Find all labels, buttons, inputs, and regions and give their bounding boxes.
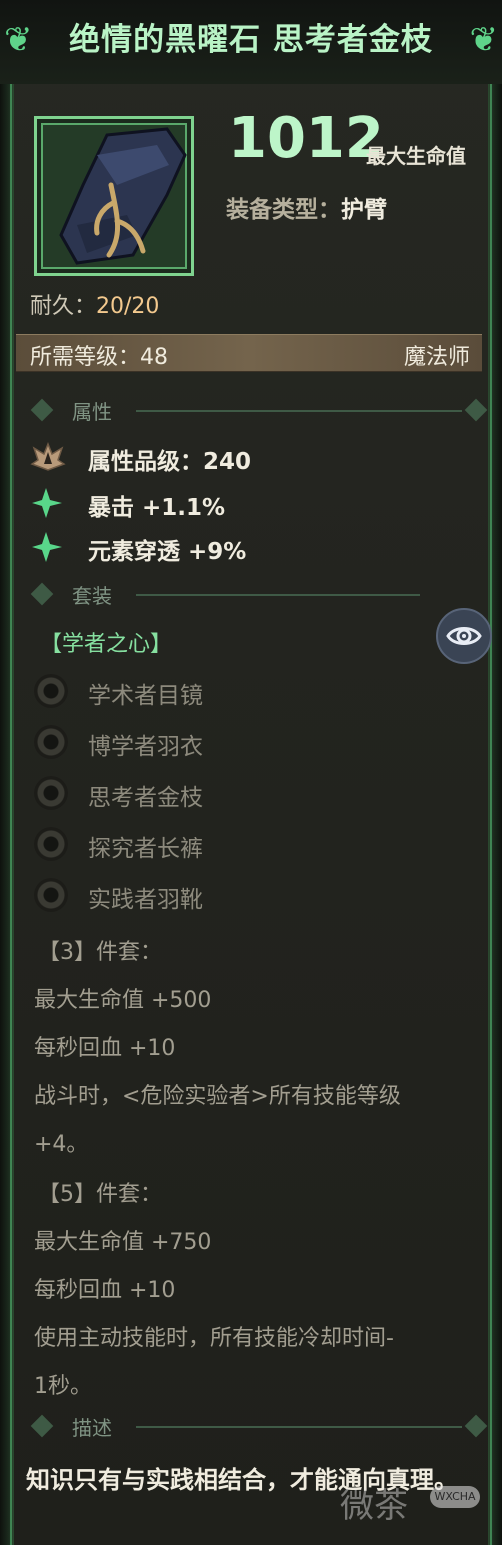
set-bonus-line: 每秒回血 +10 bbox=[34, 1278, 176, 1303]
eye-icon bbox=[446, 627, 482, 645]
attribute-text: 元素穿透 +9% bbox=[88, 539, 247, 565]
attribute-text: 属性品级：240 bbox=[88, 449, 252, 475]
watermark-badge: WXCHA bbox=[430, 1486, 480, 1508]
divider bbox=[136, 410, 462, 412]
diamond-icon bbox=[464, 398, 488, 422]
empty-slot-icon bbox=[34, 776, 68, 810]
empty-slot-icon bbox=[34, 725, 68, 759]
section-title: 属性 bbox=[72, 400, 112, 424]
set-bonus-3-head: 【3】件套： bbox=[38, 940, 162, 965]
set-piece-name: 思考者金枝 bbox=[88, 785, 203, 811]
set-bonus-line: 战斗时，<危险实验者>所有技能等级 bbox=[34, 1084, 401, 1109]
item-portrait bbox=[34, 116, 194, 276]
set-piece-name: 博学者羽衣 bbox=[88, 734, 203, 760]
divider bbox=[136, 1426, 462, 1428]
green-sparkle-icon bbox=[32, 488, 62, 518]
empty-slot-icon bbox=[34, 878, 68, 912]
set-bonus-line: 每秒回血 +10 bbox=[34, 1036, 176, 1061]
item-description: 知识只有与实践相结合，才能通向真理。 bbox=[26, 1466, 458, 1494]
empty-slot-icon bbox=[34, 674, 68, 708]
set-piece-name: 实践者羽靴 bbox=[88, 887, 203, 913]
right-vine-frame bbox=[488, 0, 502, 1545]
item-title: 绝情的黑曜石 思考者金枝 bbox=[69, 22, 433, 58]
left-vine-frame bbox=[0, 0, 14, 1545]
divider bbox=[136, 594, 420, 596]
diamond-icon bbox=[30, 1414, 54, 1438]
dark-bracer-with-golden-branch-icon bbox=[59, 127, 187, 265]
durability-label: 耐久： bbox=[30, 294, 97, 319]
set-bonus-line: 最大生命值 +500 bbox=[34, 988, 212, 1013]
main-stat-label: 最大生命值 bbox=[366, 144, 466, 168]
section-title: 套装 bbox=[72, 584, 112, 608]
set-bonus-line: 使用主动技能时，所有技能冷却时间- bbox=[34, 1326, 394, 1351]
watermark: 微茶 bbox=[340, 1486, 408, 1526]
diamond-icon bbox=[30, 582, 54, 606]
durability-value: 20/20 bbox=[96, 294, 160, 319]
diamond-icon bbox=[30, 398, 54, 422]
title-bar: ❦ ❦ 绝情的黑曜石 思考者金枝 bbox=[0, 0, 502, 84]
equipment-type-value: 护臂 bbox=[341, 197, 387, 223]
section-description: 描述 bbox=[30, 1412, 490, 1442]
empty-slot-icon bbox=[34, 827, 68, 861]
set-bonus-line: 最大生命值 +750 bbox=[34, 1230, 212, 1255]
equipment-type-label: 装备类型： bbox=[226, 197, 341, 223]
diamond-icon bbox=[464, 1414, 488, 1438]
required-level: 所需等级：48 bbox=[30, 345, 168, 370]
preview-set-button[interactable] bbox=[436, 608, 492, 664]
main-stat-value: 1012 bbox=[228, 106, 384, 171]
set-bonus-line: +4。 bbox=[34, 1132, 89, 1157]
lotus-crest-icon bbox=[30, 441, 66, 471]
green-sparkle-icon bbox=[32, 532, 62, 562]
attribute-text: 暴击 +1.1% bbox=[88, 495, 226, 521]
section-attributes: 属性 bbox=[30, 396, 490, 426]
set-name: 【学者之心】 bbox=[40, 632, 173, 657]
required-level-bar: 所需等级：48 魔法师 bbox=[16, 334, 482, 372]
equipment-type: 装备类型：护臂 bbox=[226, 190, 387, 224]
set-piece-name: 学术者目镜 bbox=[88, 683, 203, 709]
class-requirement: 魔法师 bbox=[403, 345, 470, 370]
durability: 耐久：20/20 bbox=[30, 288, 159, 320]
set-bonus-5-head: 【5】件套： bbox=[38, 1182, 162, 1207]
set-piece-name: 探究者长裤 bbox=[88, 836, 203, 862]
section-set: 套装 bbox=[30, 580, 490, 610]
section-title: 描述 bbox=[72, 1416, 112, 1440]
set-bonus-line: 1秒。 bbox=[34, 1374, 92, 1399]
